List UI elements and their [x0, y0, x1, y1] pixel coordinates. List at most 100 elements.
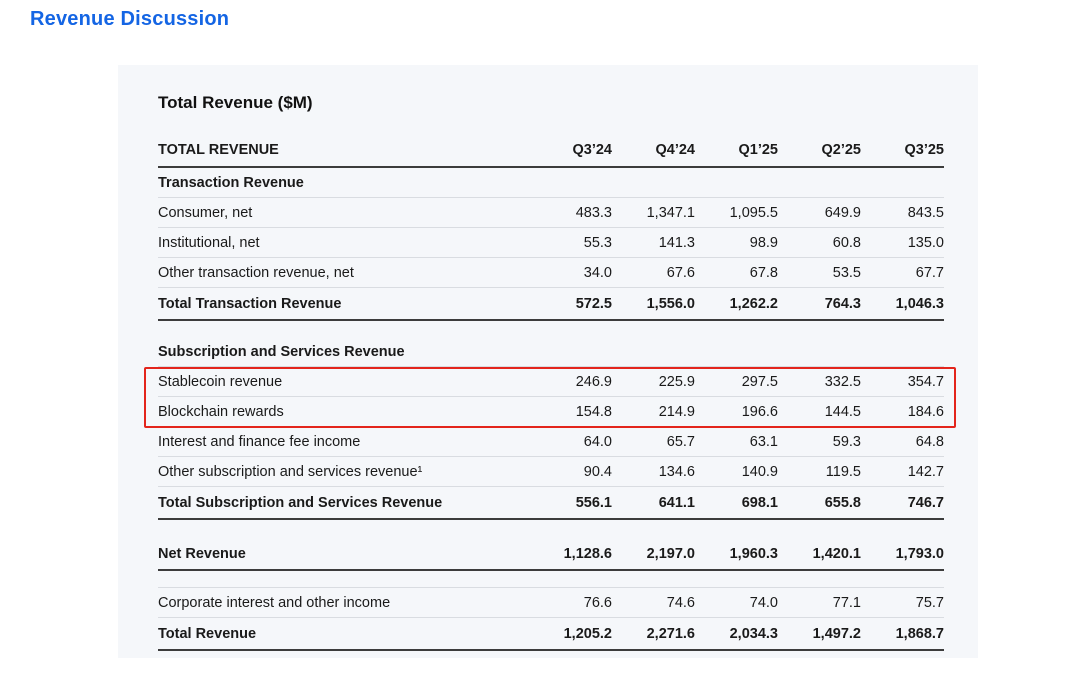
row-value: 1,095.5: [695, 205, 778, 221]
row-value: 154.8: [529, 404, 612, 420]
row-value: 1,420.1: [778, 546, 861, 562]
row-value: 64.8: [861, 434, 944, 450]
row-label: Stablecoin revenue: [158, 374, 529, 390]
column-header-q2-25: Q2’25: [778, 142, 861, 158]
row-value: 483.3: [529, 205, 612, 221]
row-value: 74.0: [695, 595, 778, 611]
row-value: 2,034.3: [695, 626, 778, 642]
row-value: 746.7: [861, 495, 944, 511]
table-row-interest-and-finance-fee-income: Interest and finance fee income64.065.76…: [158, 427, 944, 457]
row-value: 196.6: [695, 404, 778, 420]
row-value: 2,271.6: [612, 626, 695, 642]
row-value: 75.7: [861, 595, 944, 611]
row-value: 76.6: [529, 595, 612, 611]
row-value: 764.3: [778, 296, 861, 312]
row-label: Total Transaction Revenue: [158, 296, 529, 312]
section-net-revenue: Net Revenue1,128.62,197.01,960.31,420.11…: [158, 538, 944, 571]
row-value: 214.9: [612, 404, 695, 420]
row-value: 843.5: [861, 205, 944, 221]
row-value: 55.3: [529, 235, 612, 251]
row-value: 65.7: [612, 434, 695, 450]
table-row-stablecoin-revenue: Stablecoin revenue246.9225.9297.5332.535…: [158, 367, 944, 397]
row-value: 1,868.7: [861, 626, 944, 642]
row-value: 184.6: [861, 404, 944, 420]
row-value: 332.5: [778, 374, 861, 390]
table-row-institutional-net: Institutional, net55.3141.398.960.8135.0: [158, 228, 944, 258]
table-row-total-revenue: Total Revenue1,205.22,271.62,034.31,497.…: [158, 618, 944, 651]
row-value: 60.8: [778, 235, 861, 251]
row-value: 144.5: [778, 404, 861, 420]
row-value: 98.9: [695, 235, 778, 251]
row-value: 556.1: [529, 495, 612, 511]
row-value: 1,347.1: [612, 205, 695, 221]
row-value: 74.6: [612, 595, 695, 611]
row-value: 1,046.3: [861, 296, 944, 312]
row-value: 90.4: [529, 464, 612, 480]
section-transaction-revenue: Transaction Revenue Consumer, net483.31,3…: [158, 168, 944, 321]
row-value: 59.3: [778, 434, 861, 450]
section-subscription-and-services-revenue: Subscription and Services RevenueStablec…: [158, 337, 944, 520]
row-value: 297.5: [695, 374, 778, 390]
section-heading-transaction-revenue: Transaction Revenue: [158, 168, 944, 198]
table-title: Total Revenue ($M): [158, 93, 944, 113]
row-value: 655.8: [778, 495, 861, 511]
row-value: 64.0: [529, 434, 612, 450]
table-header-row: TOTAL REVENUE Q3’24 Q4’24 Q1’25 Q2’25 Q3…: [158, 133, 944, 168]
column-header-q1-25: Q1’25: [695, 142, 778, 158]
row-value: 63.1: [695, 434, 778, 450]
column-header-q3-24: Q3’24: [529, 142, 612, 158]
table-row-total-transaction-revenue: Total Transaction Revenue572.51,556.01,2…: [158, 288, 944, 321]
row-value: 135.0: [861, 235, 944, 251]
row-value: 1,262.2: [695, 296, 778, 312]
row-value: 2,197.0: [612, 546, 695, 562]
row-value: 141.3: [612, 235, 695, 251]
table-row-total-subscription-and-services-revenue: Total Subscription and Services Revenue5…: [158, 487, 944, 520]
row-label: Total Subscription and Services Revenue: [158, 495, 529, 511]
row-value: 1,128.6: [529, 546, 612, 562]
row-label: Other subscription and services revenue¹: [158, 464, 529, 480]
row-value: 354.7: [861, 374, 944, 390]
row-value: 67.8: [695, 265, 778, 281]
table-row-other-subscription-and-services-revenue: Other subscription and services revenue¹…: [158, 457, 944, 487]
row-label: Consumer, net: [158, 205, 529, 221]
row-label: Institutional, net: [158, 235, 529, 251]
row-value: 34.0: [529, 265, 612, 281]
row-label: Total Revenue: [158, 626, 529, 642]
table-row-consumer-net: Consumer, net483.31,347.11,095.5649.9843…: [158, 198, 944, 228]
row-label: Net Revenue: [158, 546, 529, 562]
row-value: 225.9: [612, 374, 695, 390]
row-value: 77.1: [778, 595, 861, 611]
row-value: 134.6: [612, 464, 695, 480]
row-label: Other transaction revenue, net: [158, 265, 529, 281]
row-value: 1,960.3: [695, 546, 778, 562]
revenue-table-body: Transaction Revenue Consumer, net483.31,3…: [158, 168, 944, 651]
section-heading-subscription-and-services-revenue: Subscription and Services Revenue: [158, 337, 944, 367]
row-value: 67.7: [861, 265, 944, 281]
row-value: 119.5: [778, 464, 861, 480]
table-row-corporate-interest-and-other-income: Corporate interest and other income76.67…: [158, 587, 944, 618]
row-label: Corporate interest and other income: [158, 595, 529, 611]
highlighted-rows-group: Stablecoin revenue246.9225.9297.5332.535…: [158, 367, 944, 427]
row-label: Transaction Revenue: [158, 175, 944, 191]
table-row-other-transaction-revenue-net: Other transaction revenue, net34.067.667…: [158, 258, 944, 288]
row-value: 53.5: [778, 265, 861, 281]
row-value: 649.9: [778, 205, 861, 221]
row-value: 1,497.2: [778, 626, 861, 642]
section-total-revenue: Corporate interest and other income76.67…: [158, 587, 944, 651]
row-value: 140.9: [695, 464, 778, 480]
revenue-table-card: Total Revenue ($M) TOTAL REVENUE Q3’24 Q…: [118, 65, 978, 658]
table-header-label: TOTAL REVENUE: [158, 142, 529, 158]
row-value: 1,205.2: [529, 626, 612, 642]
row-value: 698.1: [695, 495, 778, 511]
column-header-q4-24: Q4’24: [612, 142, 695, 158]
page-title: Revenue Discussion: [30, 8, 229, 31]
row-value: 572.5: [529, 296, 612, 312]
table-row-blockchain-rewards: Blockchain rewards154.8214.9196.6144.518…: [158, 397, 944, 427]
row-value: 246.9: [529, 374, 612, 390]
row-label: Interest and finance fee income: [158, 434, 529, 450]
row-value: 1,556.0: [612, 296, 695, 312]
row-label: Blockchain rewards: [158, 404, 529, 420]
row-value: 142.7: [861, 464, 944, 480]
row-value: 67.6: [612, 265, 695, 281]
table-row-net-revenue: Net Revenue1,128.62,197.01,960.31,420.11…: [158, 538, 944, 571]
